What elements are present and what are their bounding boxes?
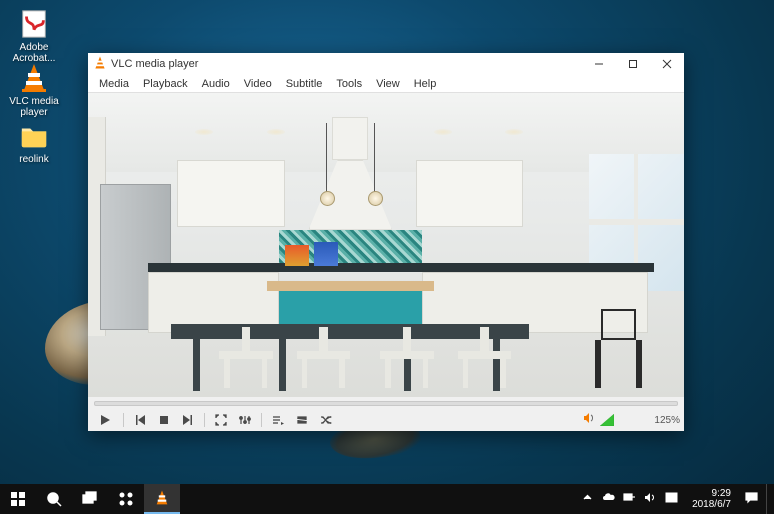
menubar: Media Playback Audio Video Subtitle Tool… bbox=[88, 75, 684, 93]
previous-button[interactable] bbox=[129, 411, 151, 429]
close-button[interactable] bbox=[650, 53, 684, 75]
menu-view[interactable]: View bbox=[369, 77, 407, 91]
taskbar-time: 9:29 bbox=[692, 488, 731, 499]
extended-settings-button[interactable] bbox=[234, 411, 256, 429]
seek-slider[interactable] bbox=[94, 401, 678, 406]
play-button[interactable] bbox=[92, 411, 118, 429]
menu-video[interactable]: Video bbox=[237, 77, 279, 91]
vlc-cone-icon bbox=[18, 62, 50, 94]
show-desktop-button[interactable] bbox=[766, 484, 772, 514]
search-button[interactable] bbox=[36, 484, 72, 514]
playlist-button[interactable] bbox=[267, 411, 289, 429]
loop-button[interactable] bbox=[291, 411, 313, 429]
taskbar-clock[interactable]: 9:29 2018/6/7 bbox=[686, 488, 737, 510]
separator bbox=[261, 413, 262, 427]
titlebar[interactable]: VLC media player bbox=[88, 53, 684, 75]
minimize-button[interactable] bbox=[582, 53, 616, 75]
maximize-button[interactable] bbox=[616, 53, 650, 75]
taskbar-app-settings[interactable] bbox=[108, 484, 144, 514]
separator bbox=[123, 413, 124, 427]
menu-subtitle[interactable]: Subtitle bbox=[279, 77, 330, 91]
menu-help[interactable]: Help bbox=[407, 77, 444, 91]
tray-chevron-icon[interactable] bbox=[581, 491, 594, 507]
folder-icon bbox=[18, 120, 50, 152]
desktop[interactable]: Adobe Acrobat... VLC media player reolin… bbox=[0, 0, 774, 484]
volume-control: 125% bbox=[583, 411, 680, 429]
controls: 125% bbox=[88, 409, 684, 431]
video-area[interactable] bbox=[88, 93, 684, 397]
task-view-button[interactable] bbox=[72, 484, 108, 514]
vlc-window[interactable]: VLC media player Media Playback Audio Vi… bbox=[88, 53, 684, 431]
separator bbox=[204, 413, 205, 427]
system-tray: 9:29 2018/6/7 bbox=[581, 484, 774, 514]
taskbar-date: 2018/6/7 bbox=[692, 499, 731, 510]
desktop-icon-vlc[interactable]: VLC media player bbox=[4, 62, 64, 118]
shuffle-button[interactable] bbox=[315, 411, 337, 429]
taskbar-app-vlc[interactable] bbox=[144, 484, 180, 514]
volume-percent: 125% bbox=[654, 415, 680, 426]
seek-row bbox=[88, 397, 684, 409]
desktop-icon-label: VLC media player bbox=[4, 96, 64, 118]
tray-network-icon[interactable] bbox=[623, 491, 636, 507]
desktop-icon-reolink[interactable]: reolink bbox=[4, 120, 64, 165]
fullscreen-button[interactable] bbox=[210, 411, 232, 429]
menu-tools[interactable]: Tools bbox=[329, 77, 369, 91]
desktop-icon-adobe[interactable]: Adobe Acrobat... bbox=[4, 8, 64, 64]
stop-button[interactable] bbox=[153, 411, 175, 429]
video-frame bbox=[88, 93, 684, 397]
tray-onedrive-icon[interactable] bbox=[602, 491, 615, 507]
mute-button[interactable] bbox=[583, 411, 597, 429]
tray-ime-icon[interactable] bbox=[665, 491, 678, 507]
desktop-icon-label: Adobe Acrobat... bbox=[4, 42, 64, 64]
taskbar: 9:29 2018/6/7 bbox=[0, 484, 774, 514]
window-title: VLC media player bbox=[111, 58, 582, 70]
vlc-cone-icon bbox=[94, 56, 111, 73]
volume-slider[interactable] bbox=[600, 414, 648, 426]
menu-playback[interactable]: Playback bbox=[136, 77, 195, 91]
menu-audio[interactable]: Audio bbox=[195, 77, 237, 91]
action-center-button[interactable] bbox=[745, 491, 758, 507]
pdf-icon bbox=[18, 8, 50, 40]
tray-volume-icon[interactable] bbox=[644, 491, 657, 507]
desktop-icon-label: reolink bbox=[4, 154, 64, 165]
next-button[interactable] bbox=[177, 411, 199, 429]
menu-media[interactable]: Media bbox=[92, 77, 136, 91]
start-button[interactable] bbox=[0, 484, 36, 514]
